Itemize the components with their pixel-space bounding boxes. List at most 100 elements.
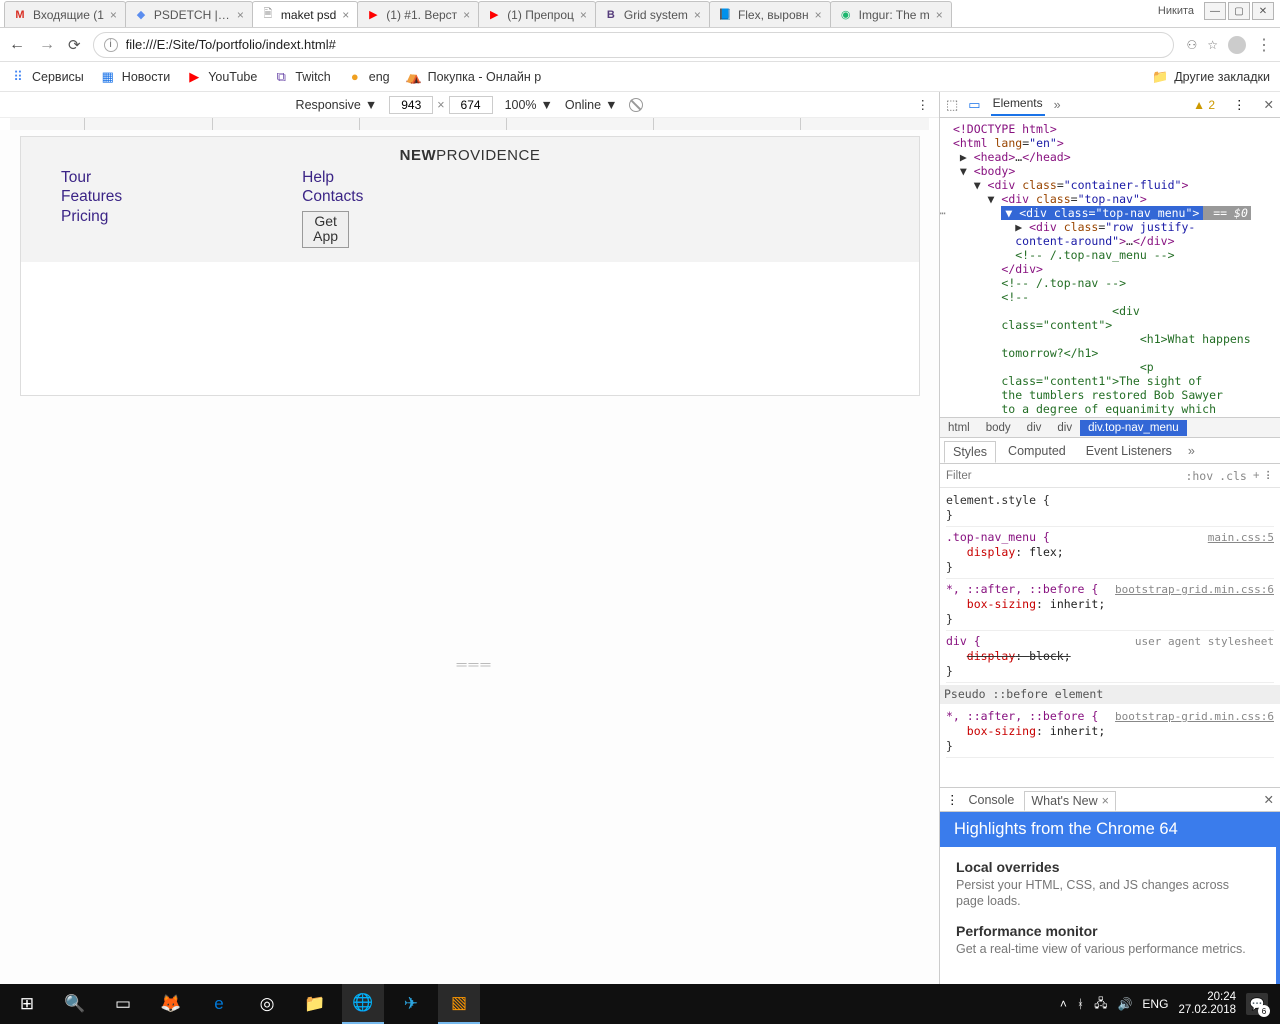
profile-avatar[interactable] <box>1228 36 1246 54</box>
imgur-icon: ◉ <box>839 8 853 22</box>
input-language[interactable]: ENG <box>1142 997 1168 1011</box>
site-icon: 📘 <box>718 8 732 22</box>
styles-menu-icon[interactable]: ⠇ <box>1266 469 1274 483</box>
browser-tab[interactable]: ▶(1) #1. Верст× <box>357 1 479 27</box>
inspect-icon[interactable]: ⬚ <box>946 97 958 113</box>
reload-button[interactable]: ⟳ <box>68 36 81 54</box>
app-icon[interactable]: ◎ <box>246 984 288 1024</box>
tab-console[interactable]: Console <box>963 791 1021 809</box>
star-icon[interactable]: ☆ <box>1207 38 1218 52</box>
tab-whats-new[interactable]: What's New× <box>1024 791 1116 811</box>
whats-new-item[interactable]: Local overrides Persist your HTML, CSS, … <box>956 859 1260 909</box>
tab-computed[interactable]: Computed <box>1000 441 1074 461</box>
close-icon[interactable]: × <box>694 8 701 22</box>
close-icon[interactable]: × <box>580 8 587 22</box>
bookmark-item[interactable]: ⧉Twitch <box>273 69 330 85</box>
action-center-icon[interactable]: 💬6 <box>1246 993 1268 1015</box>
dom-tree[interactable]: <!DOCTYPE html> <html lang="en"> ▶ <head… <box>940 118 1280 418</box>
more-tabs-icon[interactable]: » <box>1054 98 1061 112</box>
back-button[interactable]: ← <box>8 36 26 54</box>
bookmark-item[interactable]: ⛺Покупка - Онлайн р <box>406 69 542 85</box>
close-icon[interactable]: × <box>463 8 470 22</box>
device-toggle-icon[interactable]: ▭ <box>968 97 980 113</box>
zoom-select[interactable]: 100% ▼ <box>505 98 553 112</box>
firefox-icon[interactable]: 🦊 <box>150 984 192 1024</box>
close-icon[interactable]: × <box>936 8 943 22</box>
tab-styles[interactable]: Styles <box>944 441 996 463</box>
url-input[interactable] <box>126 37 1164 52</box>
browser-tab[interactable]: ◉Imgur: The m× <box>830 1 952 27</box>
browser-tab[interactable]: ◆PSDETCH | PS× <box>125 1 253 27</box>
network-icon[interactable]: 🖧 <box>1094 994 1107 1015</box>
whats-new-item[interactable]: Performance monitor Get a real-time view… <box>956 923 1260 958</box>
bookmark-item[interactable]: ▦Новости <box>100 69 170 85</box>
network-select[interactable]: Online ▼ <box>565 98 618 112</box>
warnings-badge[interactable]: ▲ 2 <box>1193 98 1215 112</box>
close-window-button[interactable]: ✕ <box>1252 2 1274 20</box>
browser-tab[interactable]: 📘Flex, выровн× <box>709 1 831 27</box>
cls-toggle[interactable]: .cls <box>1219 469 1247 483</box>
translate-icon[interactable]: ⚇ <box>1186 38 1197 52</box>
forward-button[interactable]: → <box>38 36 56 54</box>
close-devtools-button[interactable]: ✕ <box>1264 97 1274 112</box>
close-icon[interactable]: × <box>237 8 244 22</box>
more-tabs-icon[interactable]: » <box>1188 444 1195 458</box>
browser-tab[interactable]: BGrid system× <box>595 1 710 27</box>
address-bar[interactable]: i <box>93 32 1175 58</box>
device-menu-button[interactable]: ⋮ <box>917 97 930 112</box>
viewport-width-input[interactable] <box>389 96 433 114</box>
browser-tab[interactable]: 🗎maket psd× <box>252 1 358 27</box>
file-explorer-icon[interactable]: 📁 <box>294 984 336 1024</box>
browser-tab[interactable]: MВходящие (1× <box>4 1 126 27</box>
nav-link-contacts[interactable]: Contacts <box>302 187 363 206</box>
bookmark-item[interactable]: ●eng <box>347 69 390 85</box>
styles-rules[interactable]: element.style {} main.css:5 .top-nav_men… <box>940 488 1280 787</box>
sublime-icon[interactable]: ▧ <box>438 984 480 1024</box>
rotate-icon[interactable] <box>629 98 643 112</box>
tab-event-listeners[interactable]: Event Listeners <box>1078 441 1180 461</box>
youtube-icon: ▶ <box>366 8 380 22</box>
volume-icon[interactable]: 🔊 <box>1117 997 1132 1011</box>
dom-breadcrumb[interactable]: html body div div div.top-nav_menu <box>940 418 1280 438</box>
tab-elements[interactable]: Elements <box>991 94 1045 116</box>
chrome-icon[interactable]: 🌐 <box>342 984 384 1024</box>
apps-shortcut[interactable]: ⠿Сервисы <box>10 69 84 85</box>
start-button[interactable]: ⊞ <box>6 984 48 1024</box>
bluetooth-icon[interactable]: ᚼ <box>1077 997 1084 1011</box>
nav-link-tour[interactable]: Tour <box>61 168 122 187</box>
nav-link-help[interactable]: Help <box>302 168 363 187</box>
nav-link-pricing[interactable]: Pricing <box>61 207 122 226</box>
clock[interactable]: 20:24 27.02.2018 <box>1178 991 1236 1016</box>
minimize-button[interactable]: — <box>1204 2 1226 20</box>
browser-menu-button[interactable]: ⋮ <box>1256 35 1272 55</box>
edge-icon[interactable]: e <box>198 984 240 1024</box>
close-icon[interactable]: × <box>1102 794 1109 808</box>
maximize-button[interactable]: ▢ <box>1228 2 1250 20</box>
close-icon[interactable]: × <box>815 8 822 22</box>
viewport-height-input[interactable] <box>449 96 493 114</box>
bookmark-item[interactable]: ▶YouTube <box>186 69 257 85</box>
task-view-button[interactable]: ▭ <box>102 984 144 1024</box>
device-mode-select[interactable]: Responsive ▼ <box>296 98 378 112</box>
resize-handle[interactable]: ═══ <box>20 656 929 672</box>
chevron-down-icon: ▼ <box>541 98 553 112</box>
hov-toggle[interactable]: :hov <box>1185 469 1213 483</box>
system-tray[interactable]: ˄ ᚼ 🖧 🔊 ENG 20:24 27.02.2018 💬6 <box>1060 991 1274 1016</box>
close-icon[interactable]: × <box>342 8 349 22</box>
site-info-icon[interactable]: i <box>104 38 118 52</box>
psdetch-icon: ◆ <box>134 8 148 22</box>
nav-link-features[interactable]: Features <box>61 187 122 206</box>
devtools-menu-button[interactable]: ⋮ <box>1233 97 1246 112</box>
add-rule-button[interactable]: + <box>1253 470 1260 482</box>
responsive-ruler <box>10 118 929 130</box>
tray-chevron-icon[interactable]: ˄ <box>1060 997 1067 1011</box>
get-app-button[interactable]: Get App <box>302 211 349 248</box>
search-button[interactable]: 🔍 <box>54 984 96 1024</box>
styles-filter-input[interactable] <box>946 470 1179 482</box>
drawer-menu-icon[interactable]: ⋮ <box>946 792 959 807</box>
telegram-icon[interactable]: ✈ <box>390 984 432 1024</box>
close-icon[interactable]: × <box>110 8 117 22</box>
close-drawer-button[interactable]: ✕ <box>1264 792 1274 807</box>
browser-tab[interactable]: ▶(1) Препроц× <box>478 1 596 27</box>
other-bookmarks[interactable]: 📁Другие закладки <box>1152 69 1270 85</box>
